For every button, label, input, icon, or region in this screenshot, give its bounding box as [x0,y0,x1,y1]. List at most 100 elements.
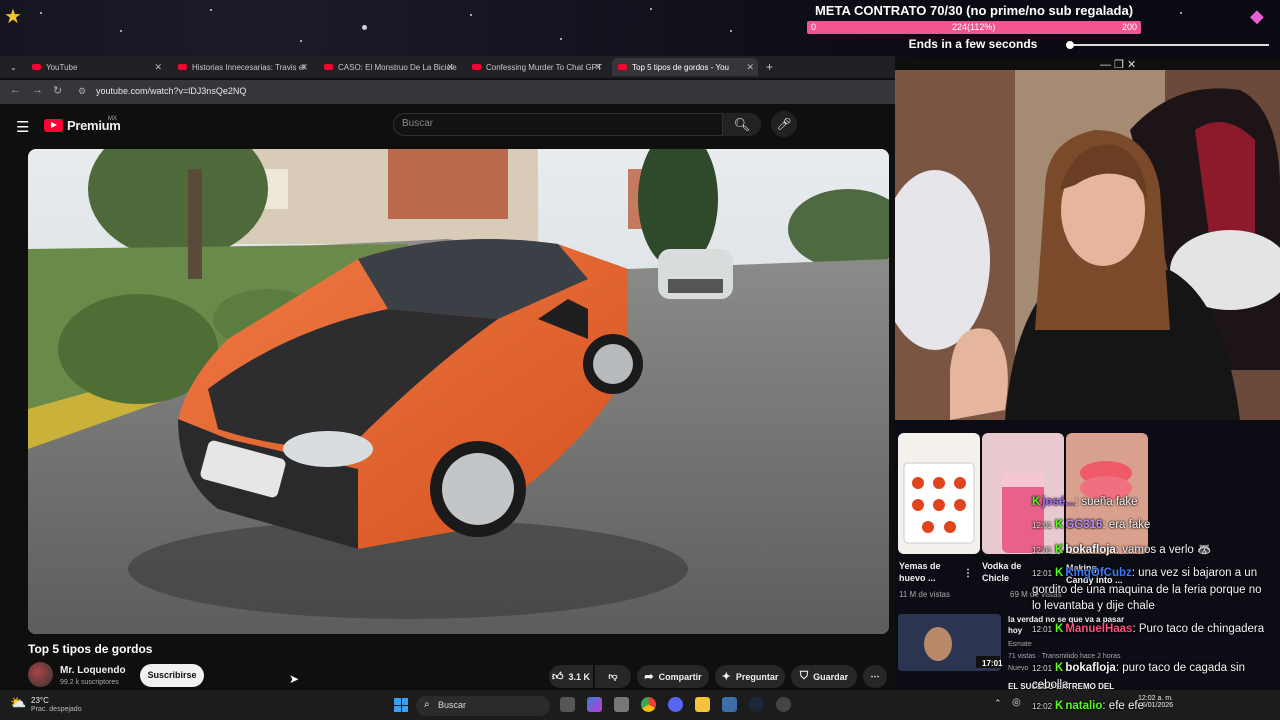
recommendation-views: 71 vistas · Transmitido hace 2 horas [1008,653,1121,660]
steam-icon[interactable] [749,697,764,712]
recommendation-title[interactable]: Vodka de Chicle [982,560,1028,584]
tray-overflow-icon[interactable]: ⌃ [994,698,1002,709]
goal-progress-text: 224(112%) [952,22,996,32]
search-icon: 🔍︎ [733,117,751,132]
save-button[interactable]: ⛉ Guardar [791,665,857,688]
tab-confessing[interactable]: Confessing Murder To Chat GPT ✕ [466,58,606,76]
tab-search-button[interactable]: ⌄ [4,58,20,76]
close-tab-icon[interactable]: ✕ [154,62,162,73]
search-placeholder: Buscar [402,118,434,129]
chat-message: 12:01 K KingOfCubz: una vez si bajaron a u… [1032,567,1262,612]
more-actions-button[interactable]: ⋯ [863,665,887,688]
webcam-image [895,70,1280,420]
logo-region: MX [108,116,117,122]
recommendation-thumbnail[interactable] [898,433,980,554]
channel-avatar[interactable] [28,662,53,687]
taskbar-search-label: Buscar [438,700,467,710]
goal-title: META CONTRATO 70/30 (no prime/no sub reg… [814,3,1134,18]
chat-message: 12:02 Knatalio: efe efe [1032,700,1144,712]
bookmark-icon: ⛉ [799,670,809,682]
like-button[interactable]: 👍︎ 3.1 K [549,665,593,688]
recommendation-channel: Esmate [1008,641,1032,648]
chat-message: Kjosé...: sueña fake [1032,496,1138,508]
video-frame [28,149,889,634]
video-title: Top 5 tipos de gordos [28,642,153,656]
kick-badge-icon: K [1055,567,1064,579]
thumbs-down-icon: 👎︎ [608,671,618,681]
tab-caso[interactable]: CASO: El Monstruo De La Bicicle ✕ [318,58,458,76]
share-icon: ➦ [644,671,654,683]
youtube-play-icon [44,119,63,132]
reload-icon[interactable]: ↻ [53,84,62,97]
goal-min: 0 [811,22,817,32]
youtube-favicon-icon [324,64,333,70]
sparkle-icon: ✦ [721,671,731,683]
microphone-icon: 🎤︎ [776,117,792,131]
close-tab-icon[interactable]: ✕ [446,62,454,73]
timer-text: Ends in a few seconds [908,37,1038,51]
tab-top5-active[interactable]: Top 5 tipos de gordos - You ✕ [612,58,758,76]
forward-icon[interactable]: → [32,84,43,96]
chat-message: 12:01 K ManuelHaas: Puro taco de chingader… [1032,623,1265,635]
new-badge: Nuevo [1008,665,1029,672]
taskbar-search[interactable] [416,696,550,716]
kick-badge-icon: K [1055,623,1064,635]
kebab-menu-icon[interactable]: ⋮ [963,568,973,580]
goal-max: 200 [1121,22,1137,32]
youtube-favicon-icon [618,64,627,70]
kick-badge-icon: K [1055,544,1064,556]
youtube-favicon-icon [472,64,481,70]
timer-dot [1066,41,1074,49]
start-button[interactable] [394,698,408,712]
obs-icon[interactable] [776,697,791,712]
site-info-icon[interactable]: ⚙ [78,86,86,97]
youtube-favicon-icon [32,64,41,70]
subscribe-button[interactable]: Suscribirse [140,664,204,687]
tab-youtube[interactable]: YouTube ✕ [26,58,166,76]
kick-badge-icon: K [1055,519,1064,531]
chat-message: 12:01 Kbokafloja: vamos a verlo 🦝 [1032,544,1212,556]
chrome-icon[interactable] [641,697,656,712]
recommendation-title[interactable]: Yemas de huevo ... [899,560,959,584]
share-button[interactable]: ➦ Compartir [637,665,709,688]
kick-badge-icon: K [1055,662,1064,674]
ask-button[interactable]: ✦ Preguntar [715,665,785,688]
search-icon: ⌕ [424,699,430,710]
settings-icon[interactable] [614,697,629,712]
recommendation-views: 11 M de vistas [899,590,950,599]
new-tab-button[interactable]: + [760,58,776,76]
more-icon: ⋯ [870,671,880,681]
channel-name[interactable]: Mr. Loquendo [60,665,126,676]
network-icon[interactable]: ◎ [1012,697,1021,708]
mouse-cursor-icon: ➤ [289,672,300,686]
weather-icon[interactable]: ⛅ [10,695,26,711]
tab-historias[interactable]: Historias Innecesarias: Travis el ✕ [172,58,312,76]
search-button[interactable]: 🔍︎ [723,113,761,136]
dislike-button[interactable]: 👎︎ [595,665,631,688]
file-explorer-icon[interactable] [695,697,710,712]
hamburger-menu-icon[interactable]: ☰ [16,118,29,136]
photos-icon[interactable] [722,697,737,712]
thumbnail-image [903,462,975,544]
task-view-icon[interactable] [560,697,575,712]
close-tab-icon[interactable]: ✕ [594,62,602,73]
close-tab-icon[interactable]: ✕ [300,62,308,73]
video-duration: 17:01 [982,659,1003,668]
goal-progress-bar: 0 224(112%) 200 [807,21,1141,34]
kick-badge-icon: K [1032,496,1041,508]
webcam-feed [895,70,1280,420]
back-icon[interactable]: ← [10,84,21,96]
copilot-icon[interactable] [587,697,602,712]
tab-bar: ⌄ YouTube ✕ Historias Innecesarias: Travi… [0,56,895,78]
search-input[interactable] [393,113,723,136]
url-input[interactable]: youtube.com/watch?v=lDJ3nsQe2NQ [96,86,246,96]
gem-icon: ◆ [1250,6,1264,26]
chat-message: 12:01 Kbokafloja: puro taco de cagada sin… [1032,662,1245,691]
thumbs-up-icon: 👍︎ [551,671,564,683]
video-player[interactable] [28,149,889,634]
close-tab-icon[interactable]: ✕ [746,62,754,73]
discord-icon[interactable] [668,697,683,712]
star-icon: ★ [4,6,22,28]
voice-search-button[interactable]: 🎤︎ [771,111,797,137]
chat-message: 12:01 K GG316: era fake [1032,519,1151,531]
